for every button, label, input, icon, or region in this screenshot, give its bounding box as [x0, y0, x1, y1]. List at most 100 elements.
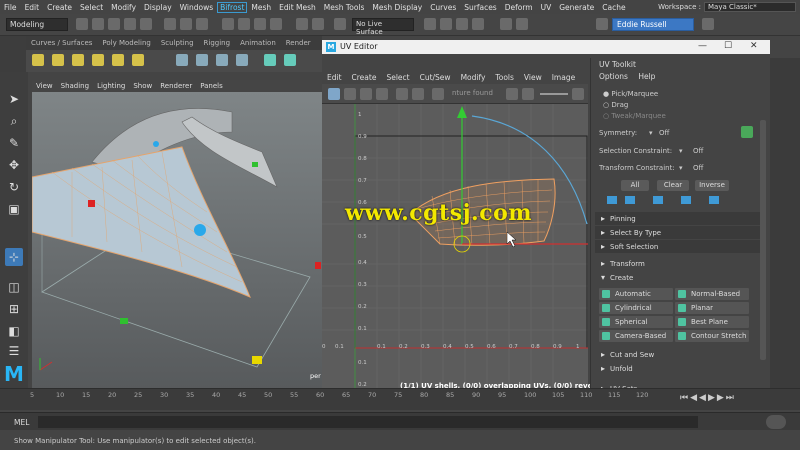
viewport-menu-view[interactable]: View [32, 82, 57, 90]
menu-create[interactable]: Create [43, 3, 76, 12]
shelf-tab-animation[interactable]: Animation [235, 39, 281, 47]
uv-grid-icon[interactable] [328, 88, 340, 100]
viewport-menu-shading[interactable]: Shading [57, 82, 93, 90]
viewport-menu-lighting[interactable]: Lighting [93, 82, 129, 90]
exposure-slider[interactable] [540, 93, 568, 95]
mel-label[interactable]: MEL [14, 418, 29, 427]
tk-menu-help[interactable]: Help [638, 72, 655, 81]
lasso-tool-icon[interactable]: ⌕ [5, 112, 23, 130]
uv-menu-modify[interactable]: Modify [456, 73, 491, 82]
history-icon[interactable] [296, 18, 308, 30]
create-cylindrical-button[interactable]: Cylindrical [599, 302, 673, 314]
undo-icon[interactable] [124, 18, 136, 30]
symmetry-dropdown-icon[interactable]: ▾ [649, 129, 653, 137]
uv-axis-v-arrow-icon[interactable] [457, 106, 467, 118]
menu-mesh-display[interactable]: Mesh Display [368, 3, 426, 12]
construction-icon[interactable] [312, 18, 324, 30]
menu-uv[interactable]: UV [537, 3, 556, 12]
transform-constraint-value[interactable]: Off [693, 164, 703, 172]
snap-view-icon[interactable] [270, 18, 282, 30]
nurbs-cube-icon[interactable] [52, 54, 64, 66]
snap-point-icon[interactable] [254, 18, 266, 30]
render-view-icon[interactable] [440, 18, 452, 30]
select-shell-icon[interactable] [681, 196, 691, 204]
four-view-icon[interactable]: ⊞ [5, 300, 23, 318]
uv-menu-view[interactable]: View [519, 73, 547, 82]
manip-handle-green-top[interactable] [252, 162, 258, 167]
nurbs-cone-icon[interactable] [92, 54, 104, 66]
poly-cube-icon[interactable] [196, 54, 208, 66]
uv-menu-image[interactable]: Image [547, 73, 581, 82]
shelf-tab-sculpting[interactable]: Sculpting [156, 39, 199, 47]
time-slider[interactable]: 5 10 15 20 25 30 35 40 45 50 55 60 65 70… [0, 388, 800, 410]
symmetry-value[interactable]: Off [659, 129, 669, 137]
manip-center[interactable] [194, 224, 206, 236]
create-contour-stretch-button[interactable]: Contour Stretch [675, 330, 749, 342]
folder-icon[interactable] [76, 18, 88, 30]
manip-handle-red[interactable] [315, 262, 321, 269]
mode-drag[interactable]: ○ Drag [603, 101, 628, 109]
section-create[interactable]: Create [595, 271, 763, 284]
user-account[interactable]: Eddie Russell [612, 18, 694, 31]
uv-shaded-icon[interactable] [360, 88, 372, 100]
menu-windows[interactable]: Windows [176, 3, 217, 12]
menu-surfaces[interactable]: Surfaces [460, 3, 500, 12]
uv-distortion-icon[interactable] [376, 88, 388, 100]
grow-selection-icon[interactable] [607, 196, 617, 204]
create-spherical-button[interactable]: Spherical [599, 316, 673, 328]
uv-menu-edit[interactable]: Edit [322, 73, 347, 82]
paint-select-icon[interactable]: ✎ [5, 134, 23, 152]
manip-handle-red-left[interactable] [88, 200, 95, 207]
uv-menu-select[interactable]: Select [381, 73, 414, 82]
section-cut-and-sew[interactable]: Cut and Sew [595, 348, 763, 361]
shrink-selection-icon[interactable] [625, 196, 635, 204]
select-hierarchy-icon[interactable] [164, 18, 176, 30]
menu-generate[interactable]: Generate [555, 3, 598, 12]
uv-checker-icon[interactable] [344, 88, 356, 100]
menu-cache[interactable]: Cache [598, 3, 629, 12]
hypershade-icon[interactable] [500, 18, 512, 30]
menu-file[interactable]: File [0, 3, 21, 12]
manip-pivot[interactable] [153, 141, 159, 147]
uv-toolkit-scrollbar[interactable] [760, 120, 766, 360]
tk-menu-options[interactable]: Options [599, 72, 628, 81]
redo-icon[interactable] [140, 18, 152, 30]
create-planar-button[interactable]: Planar [675, 302, 749, 314]
render-icon[interactable] [424, 18, 436, 30]
symmetry-toggle-icon[interactable] [741, 126, 753, 138]
snap-grid-icon[interactable] [222, 18, 234, 30]
mode-tweak-marquee[interactable]: ○ Tweak/Marquee [603, 112, 666, 120]
section-select-by-type[interactable]: Select By Type [595, 226, 763, 239]
viewport-menu-panels[interactable]: Panels [196, 82, 227, 90]
menu-edit-mesh[interactable]: Edit Mesh [275, 3, 320, 12]
menu-mesh[interactable]: Mesh [247, 3, 275, 12]
section-soft-selection[interactable]: Soft Selection [595, 240, 763, 253]
selection-constraint-value[interactable]: Off [693, 147, 703, 155]
ipr-icon[interactable] [456, 18, 468, 30]
manipulator-tool-icon[interactable]: ⊹ [5, 248, 23, 266]
shelf-tab-render[interactable]: Render [281, 39, 316, 47]
uv-editor-canvas[interactable]: 0 0.1 0.1 0.2 0.3 0.4 0.5 0.6 0.7 0.8 0.… [322, 104, 588, 398]
mode-dropdown[interactable]: Modeling [6, 18, 68, 31]
single-view-icon[interactable]: ◫ [5, 278, 23, 296]
save-icon[interactable] [108, 18, 120, 30]
uv-exposure-icon[interactable] [522, 88, 534, 100]
viewport-menu-show[interactable]: Show [129, 82, 156, 90]
uv-menu-create[interactable]: Create [347, 73, 382, 82]
mode-pick-marquee[interactable]: ● Pick/Marquee [603, 90, 658, 98]
uv-menu-cut-sew[interactable]: Cut/Sew [415, 73, 456, 82]
uv-snapshot-icon[interactable] [432, 88, 444, 100]
poly-torus-icon[interactable] [284, 54, 296, 66]
perspective-viewport[interactable]: per [32, 92, 322, 390]
outliner-icon[interactable] [516, 18, 528, 30]
menu-mesh-tools[interactable]: Mesh Tools [320, 3, 369, 12]
manip-handle-green-bottom[interactable] [120, 318, 128, 324]
shelf-tab-poly-modeling[interactable]: Poly Modeling [97, 39, 155, 47]
viewport-menu-renderer[interactable]: Renderer [156, 82, 196, 90]
playback-controls-icon[interactable]: ⏮◀◀▶▶⏭ [680, 393, 736, 403]
render-settings-icon[interactable] [472, 18, 484, 30]
rotate-tool-icon[interactable]: ↻ [5, 178, 23, 196]
two-view-icon[interactable]: ◧ [5, 322, 23, 340]
uv-filter-icon[interactable] [412, 88, 424, 100]
nurbs-torus-icon[interactable] [132, 54, 144, 66]
